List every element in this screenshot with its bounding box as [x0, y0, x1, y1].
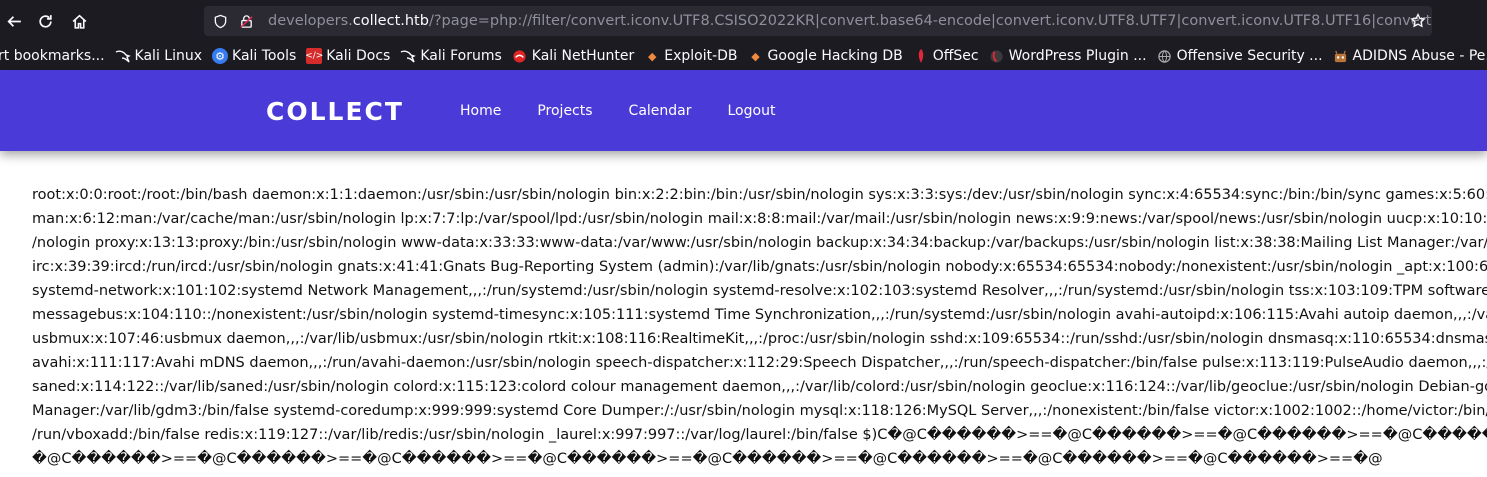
url-text[interactable]: developers.collect.htb/?page=php://filte… [268, 13, 1432, 29]
exploitdb-icon: ◆ [648, 49, 657, 63]
reload-icon [38, 14, 52, 28]
shield-icon[interactable] [212, 13, 228, 29]
dump-line: �@C������>==�@C������>==�@C������>==�@C�… [32, 451, 1383, 467]
address-bar[interactable]: developers.collect.htb/?page=php://filte… [204, 6, 1432, 36]
offsec-icon [913, 48, 929, 64]
nav-projects-link[interactable]: Projects [537, 103, 592, 119]
kali-docs-icon: </> [305, 48, 323, 64]
bookmark-wordpress-plugin[interactable]: WordPress Plugin ... [989, 48, 1147, 64]
dump-line: messagebus:x:104:110::/nonexistent:/usr/… [32, 307, 1487, 323]
nav-home-link[interactable]: Home [460, 103, 501, 119]
kali-tools-icon: ⚙ [212, 48, 229, 64]
dump-line: irc:x:39:39:ircd:/run/ircd:/usr/sbin/nol… [32, 259, 1487, 275]
bookmark-kali-nethunter[interactable]: Kali NetHunter [512, 48, 634, 64]
dump-line: saned:x:114:122::/var/lib/saned:/usr/sbi… [32, 379, 1487, 395]
nethunter-icon [512, 48, 528, 64]
file-dump-output: root:x:0:0:root:/root:/bin/bash daemon:x… [32, 183, 1487, 471]
bookmark-adidns-abuse[interactable]: ADIDNS Abuse - Pe... [1333, 48, 1487, 64]
dump-line: /nologin proxy:x:13:13:proxy:/bin:/usr/s… [32, 235, 1487, 251]
dump-line: root:x:0:0:root:/root:/bin/bash daemon:x… [32, 187, 1487, 203]
bookmark-kali-docs[interactable]: </> Kali Docs [305, 48, 390, 64]
bookmark-offsec[interactable]: OffSec [913, 48, 979, 64]
back-arrow-icon [6, 15, 21, 27]
bookmark-kali-tools[interactable]: ⚙ Kali Tools [212, 48, 296, 64]
insecure-lock-icon[interactable] [238, 13, 254, 29]
dump-line: avahi:x:111:117:Avahi mDNS daemon,,,:/ru… [32, 355, 1487, 371]
browser-toolbar: developers.collect.htb/?page=php://filte… [0, 0, 1487, 42]
dump-line: man:x:6:12:man:/var/cache/man:/usr/sbin/… [32, 211, 1487, 227]
nav-logout-link[interactable]: Logout [728, 103, 776, 119]
offsec-globe-icon [1157, 48, 1173, 64]
reload-button[interactable] [28, 4, 62, 38]
kali-dragon-icon [400, 48, 417, 64]
home-button[interactable] [62, 4, 96, 38]
bookmark-google-hacking-db[interactable]: ◆ Google Hacking DB [748, 48, 902, 64]
dump-line: systemd-network:x:101:102:systemd Networ… [32, 283, 1487, 299]
bookmark-offensive-security[interactable]: Offensive Security ... [1157, 48, 1323, 64]
adidns-icon [1333, 48, 1349, 64]
site-navbar: COLLECT Home Projects Calendar Logout [0, 70, 1487, 151]
kali-dragon-icon [115, 48, 131, 64]
home-icon [72, 14, 86, 29]
bookmarks-toolbar: rt bookmarks... Kali Linux ⚙ Kali Tools … [0, 42, 1487, 70]
dump-line: /run/vboxadd:/bin/false redis:x:119:127:… [32, 427, 1487, 443]
exploitdb-icon: ◆ [751, 49, 760, 63]
dump-line: usbmux:x:107:46:usbmux daemon,,,:/var/li… [32, 331, 1487, 347]
bookmark-item[interactable]: rt bookmarks... [0, 48, 105, 64]
back-button[interactable] [0, 4, 28, 38]
site-menu: Home Projects Calendar Logout [460, 103, 811, 119]
bookmark-kali-linux[interactable]: Kali Linux [115, 48, 202, 64]
bookmark-star-icon[interactable] [1410, 12, 1426, 33]
dump-line: Manager:/var/lib/gdm3:/bin/false systemd… [32, 403, 1487, 419]
nav-calendar-link[interactable]: Calendar [629, 103, 692, 119]
site-brand[interactable]: COLLECT [266, 97, 404, 126]
bookmark-exploit-db[interactable]: ◆ Exploit-DB [644, 48, 738, 64]
bookmark-kali-forums[interactable]: Kali Forums [400, 48, 502, 64]
wordpress-icon [989, 48, 1005, 64]
